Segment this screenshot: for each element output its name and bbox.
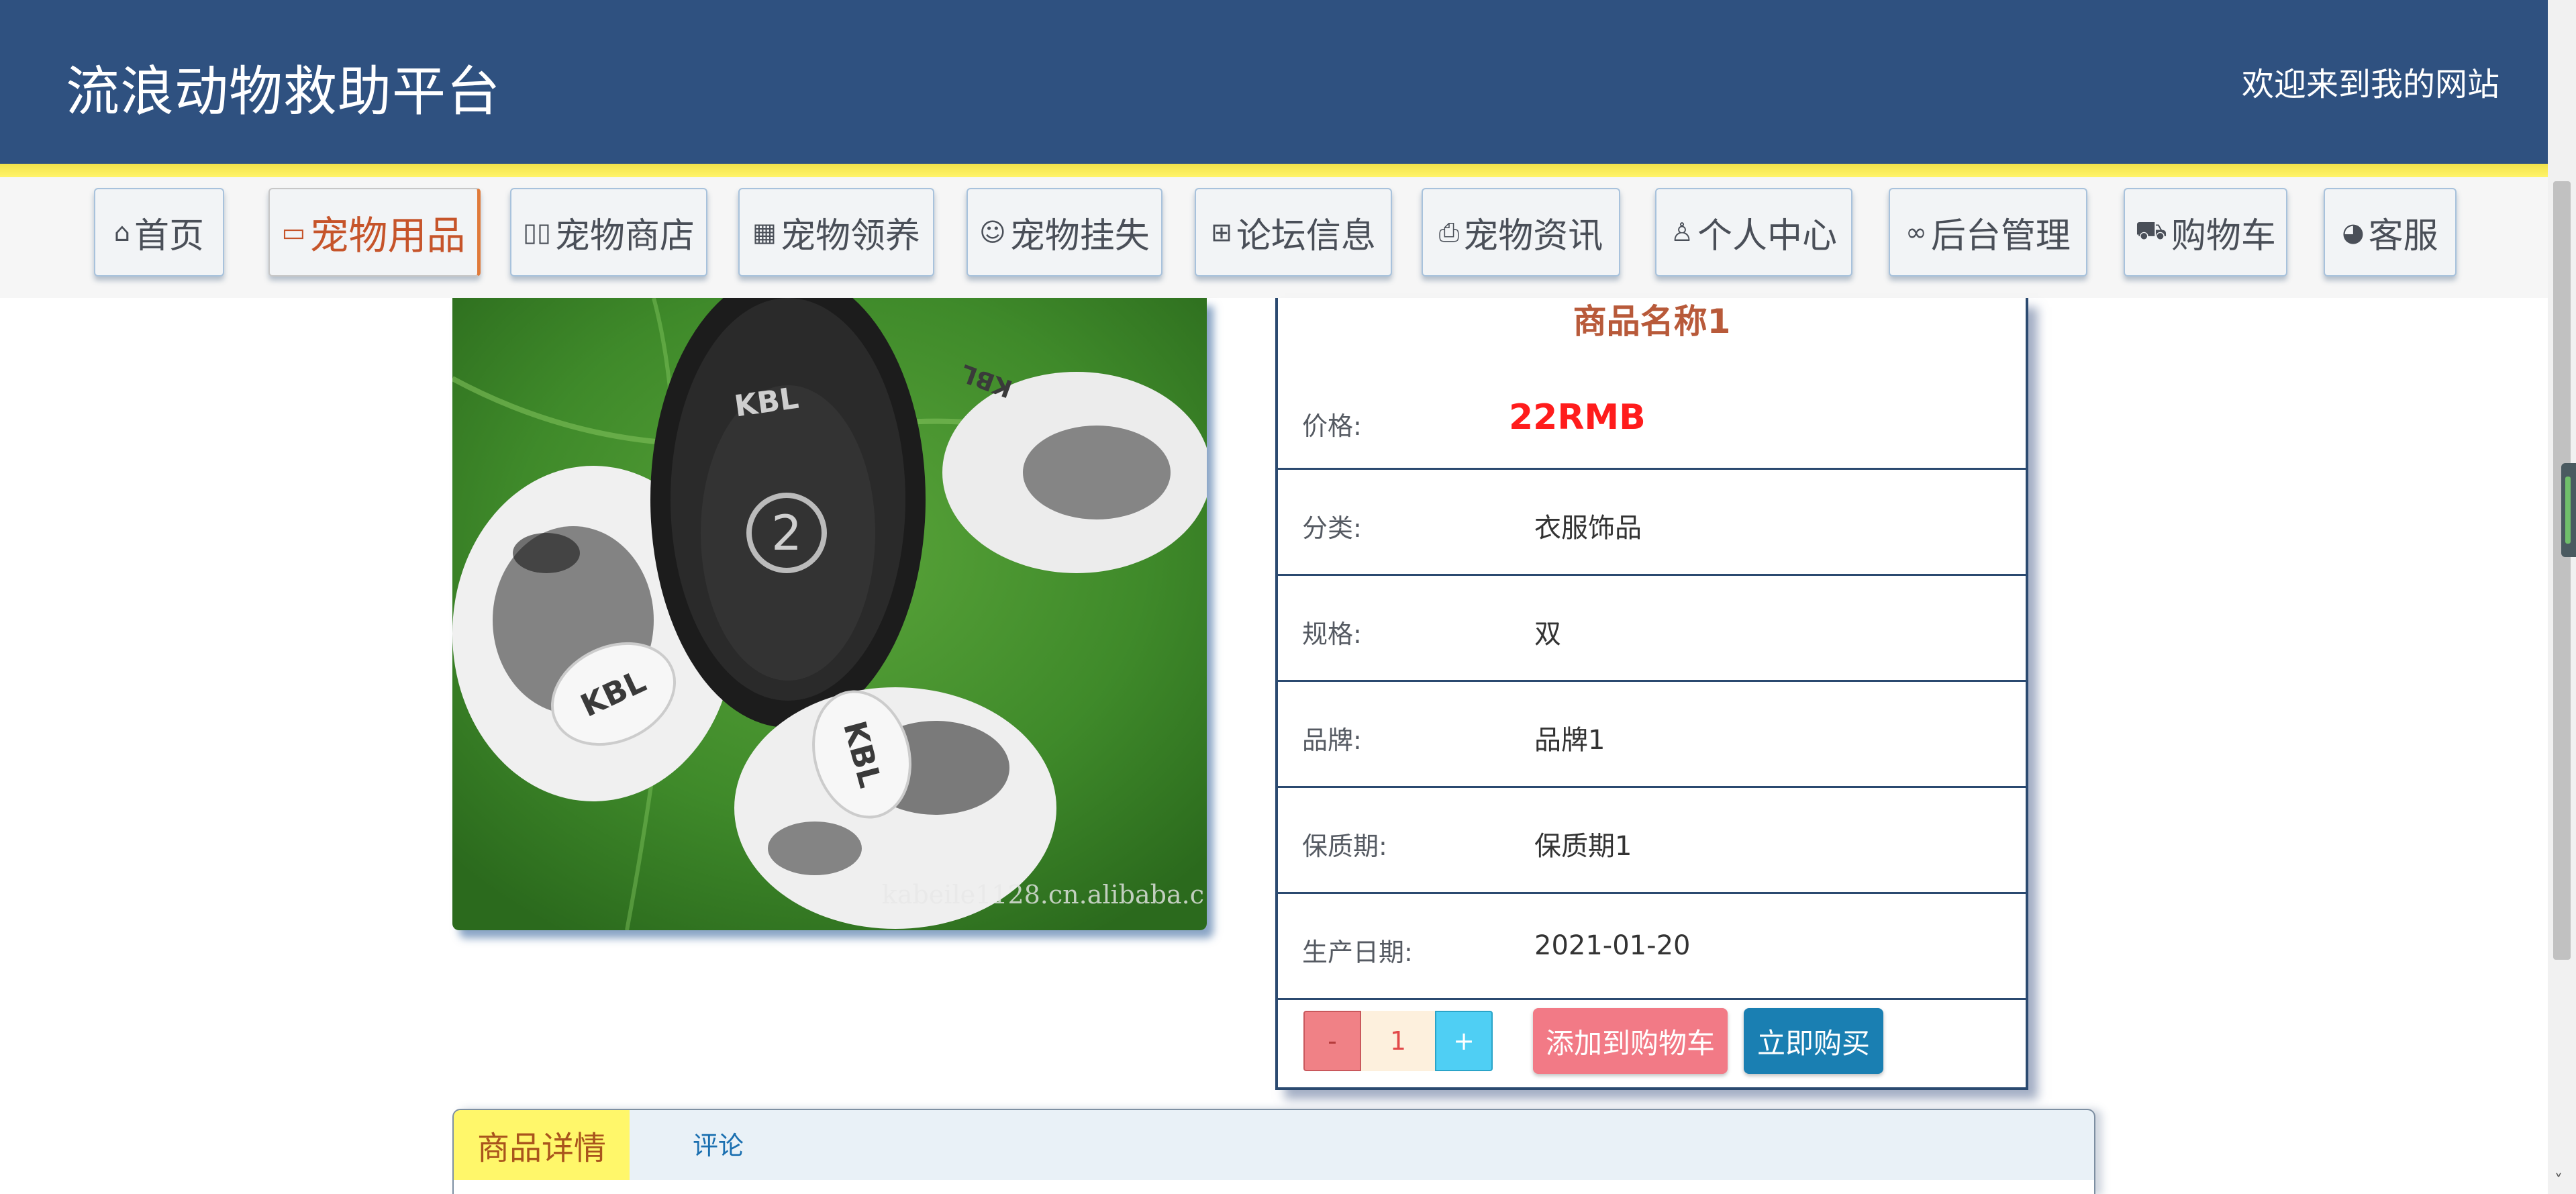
spec-value: 双 (1534, 619, 1561, 650)
price-row: 价格: 22RMB (1278, 365, 2026, 470)
quantity-input[interactable]: 1 (1361, 1011, 1435, 1071)
nav-item-label: 后台管理 (1930, 215, 2071, 256)
scroll-down-icon[interactable]: ˅ (2555, 1171, 2563, 1190)
nav-item-pet-shop[interactable]: ▯▯ 宠物商店 (510, 188, 707, 277)
printer-icon: ⎙ (1438, 217, 1460, 247)
document-icon: ▭ (281, 217, 306, 247)
tab-comments[interactable]: 评论 (693, 1125, 744, 1162)
quantity-decrease-button[interactable]: - (1303, 1011, 1361, 1071)
nav-item-label: 宠物领养 (780, 215, 920, 256)
category-label: 分类: (1302, 513, 1362, 543)
nav-item-cart[interactable]: ⛟ 购物车 (2124, 188, 2287, 277)
site-title[interactable]: 流浪动物救助平台 (66, 48, 501, 126)
product-name: 商品名称1 (1573, 302, 1731, 341)
shelf-life-row: 保质期: 保质期1 (1278, 788, 2026, 894)
nav-item-pet-adoption[interactable]: ▦ 宠物领养 (738, 188, 934, 277)
chat-icon: ◕ (2342, 217, 2365, 247)
apps-icon: ⊞ (1211, 217, 1232, 247)
nav-item-label: 个人中心 (1697, 215, 1838, 256)
brand-value: 品牌1 (1534, 725, 1605, 756)
category-row: 分类: 衣服饰品 (1278, 470, 2026, 576)
quantity-increase-button[interactable]: + (1435, 1011, 1493, 1071)
nav-item-label: 宠物用品 (309, 213, 466, 258)
main-nav: ⌂ 首页 ▭ 宠物用品 ▯▯ 宠物商店 ▦ 宠物领养 ☺ 宠物挂失 ⊞ 论坛信息… (0, 177, 2548, 298)
face-icon: ☺ (979, 217, 1006, 247)
nav-item-pet-supplies[interactable]: ▭ 宠物用品 (268, 188, 481, 277)
production-date-value: 2021-01-20 (1534, 930, 1691, 961)
nav-item-home[interactable]: ⌂ 首页 (94, 188, 224, 277)
nav-item-label: 宠物资讯 (1463, 215, 1603, 256)
nav-item-lost-pets[interactable]: ☺ 宠物挂失 (967, 188, 1162, 277)
nav-item-label: 首页 (134, 215, 205, 256)
nav-item-label: 购物车 (2171, 215, 2276, 256)
side-widget-icon[interactable] (2561, 463, 2576, 557)
nav-item-label: 宠物商店 (554, 215, 695, 256)
production-date-row: 生产日期: 2021-01-20 (1278, 894, 2026, 1000)
tab-product-details[interactable]: 商品详情 (454, 1110, 630, 1180)
category-value: 衣服饰品 (1534, 513, 1642, 544)
nav-item-forum[interactable]: ⊞ 论坛信息 (1195, 188, 1392, 277)
nav-item-customer-service[interactable]: ◕ 客服 (2324, 188, 2457, 277)
product-tabs: 商品详情 评论 (452, 1109, 2095, 1194)
add-to-cart-button[interactable]: 添加到购物车 (1533, 1008, 1728, 1074)
site-header: 流浪动物救助平台 欢迎来到我的网站 (0, 0, 2548, 164)
nav-item-label: 客服 (2368, 215, 2438, 256)
cart-icon: ⛟ (2135, 215, 2167, 245)
brand-row: 品牌: 品牌1 (1278, 682, 2026, 788)
shelf-life-label: 保质期: (1302, 832, 1387, 861)
user-icon: ♙ (1670, 217, 1694, 247)
welcome-text: 欢迎来到我的网站 (2241, 66, 2499, 103)
product-info-panel: 商品名称1 价格: 22RMB 分类: 衣服饰品 规格: 双 品牌: 品牌1 保… (1275, 298, 2028, 1090)
scrollbar-thumb[interactable] (2553, 181, 2571, 960)
price-label: 价格: (1302, 411, 1362, 441)
header-accent-strip (0, 164, 2548, 177)
home-icon: ⌂ (113, 217, 131, 247)
nav-item-label: 宠物挂失 (1009, 215, 1150, 256)
nav-item-user-center[interactable]: ♙ 个人中心 (1655, 188, 1852, 277)
grid-icon: ▦ (752, 217, 777, 247)
page-scrollbar[interactable]: ˅ (2548, 0, 2576, 1194)
svg-text:2: 2 (771, 505, 802, 561)
tab-content-area (454, 1180, 2094, 1194)
product-image: 2 KBL KBL KBL KBL kabeile1128.cn.alibaba… (452, 298, 1207, 930)
link-icon: ∞ (1905, 217, 1927, 247)
image-watermark: kabeile1128.cn.alibaba.c (882, 880, 1204, 909)
shelf-life-value: 保质期1 (1534, 831, 1632, 862)
buy-now-button[interactable]: 立即购买 (1744, 1008, 1883, 1074)
nav-item-pet-news[interactable]: ⎙ 宠物资讯 (1422, 188, 1620, 277)
brand-label: 品牌: (1302, 726, 1362, 755)
page: 流浪动物救助平台 欢迎来到我的网站 ⌂ 首页 ▭ 宠物用品 ▯▯ 宠物商店 ▦ … (0, 0, 2576, 1194)
price-value: 22RMB (1509, 397, 1646, 438)
nav-item-admin[interactable]: ∞ 后台管理 (1889, 188, 2087, 277)
spec-label: 规格: (1302, 619, 1362, 649)
production-date-label: 生产日期: (1302, 938, 1413, 967)
spec-row: 规格: 双 (1278, 576, 2026, 682)
columns-icon: ▯▯ (523, 217, 551, 247)
nav-item-label: 论坛信息 (1236, 215, 1376, 256)
